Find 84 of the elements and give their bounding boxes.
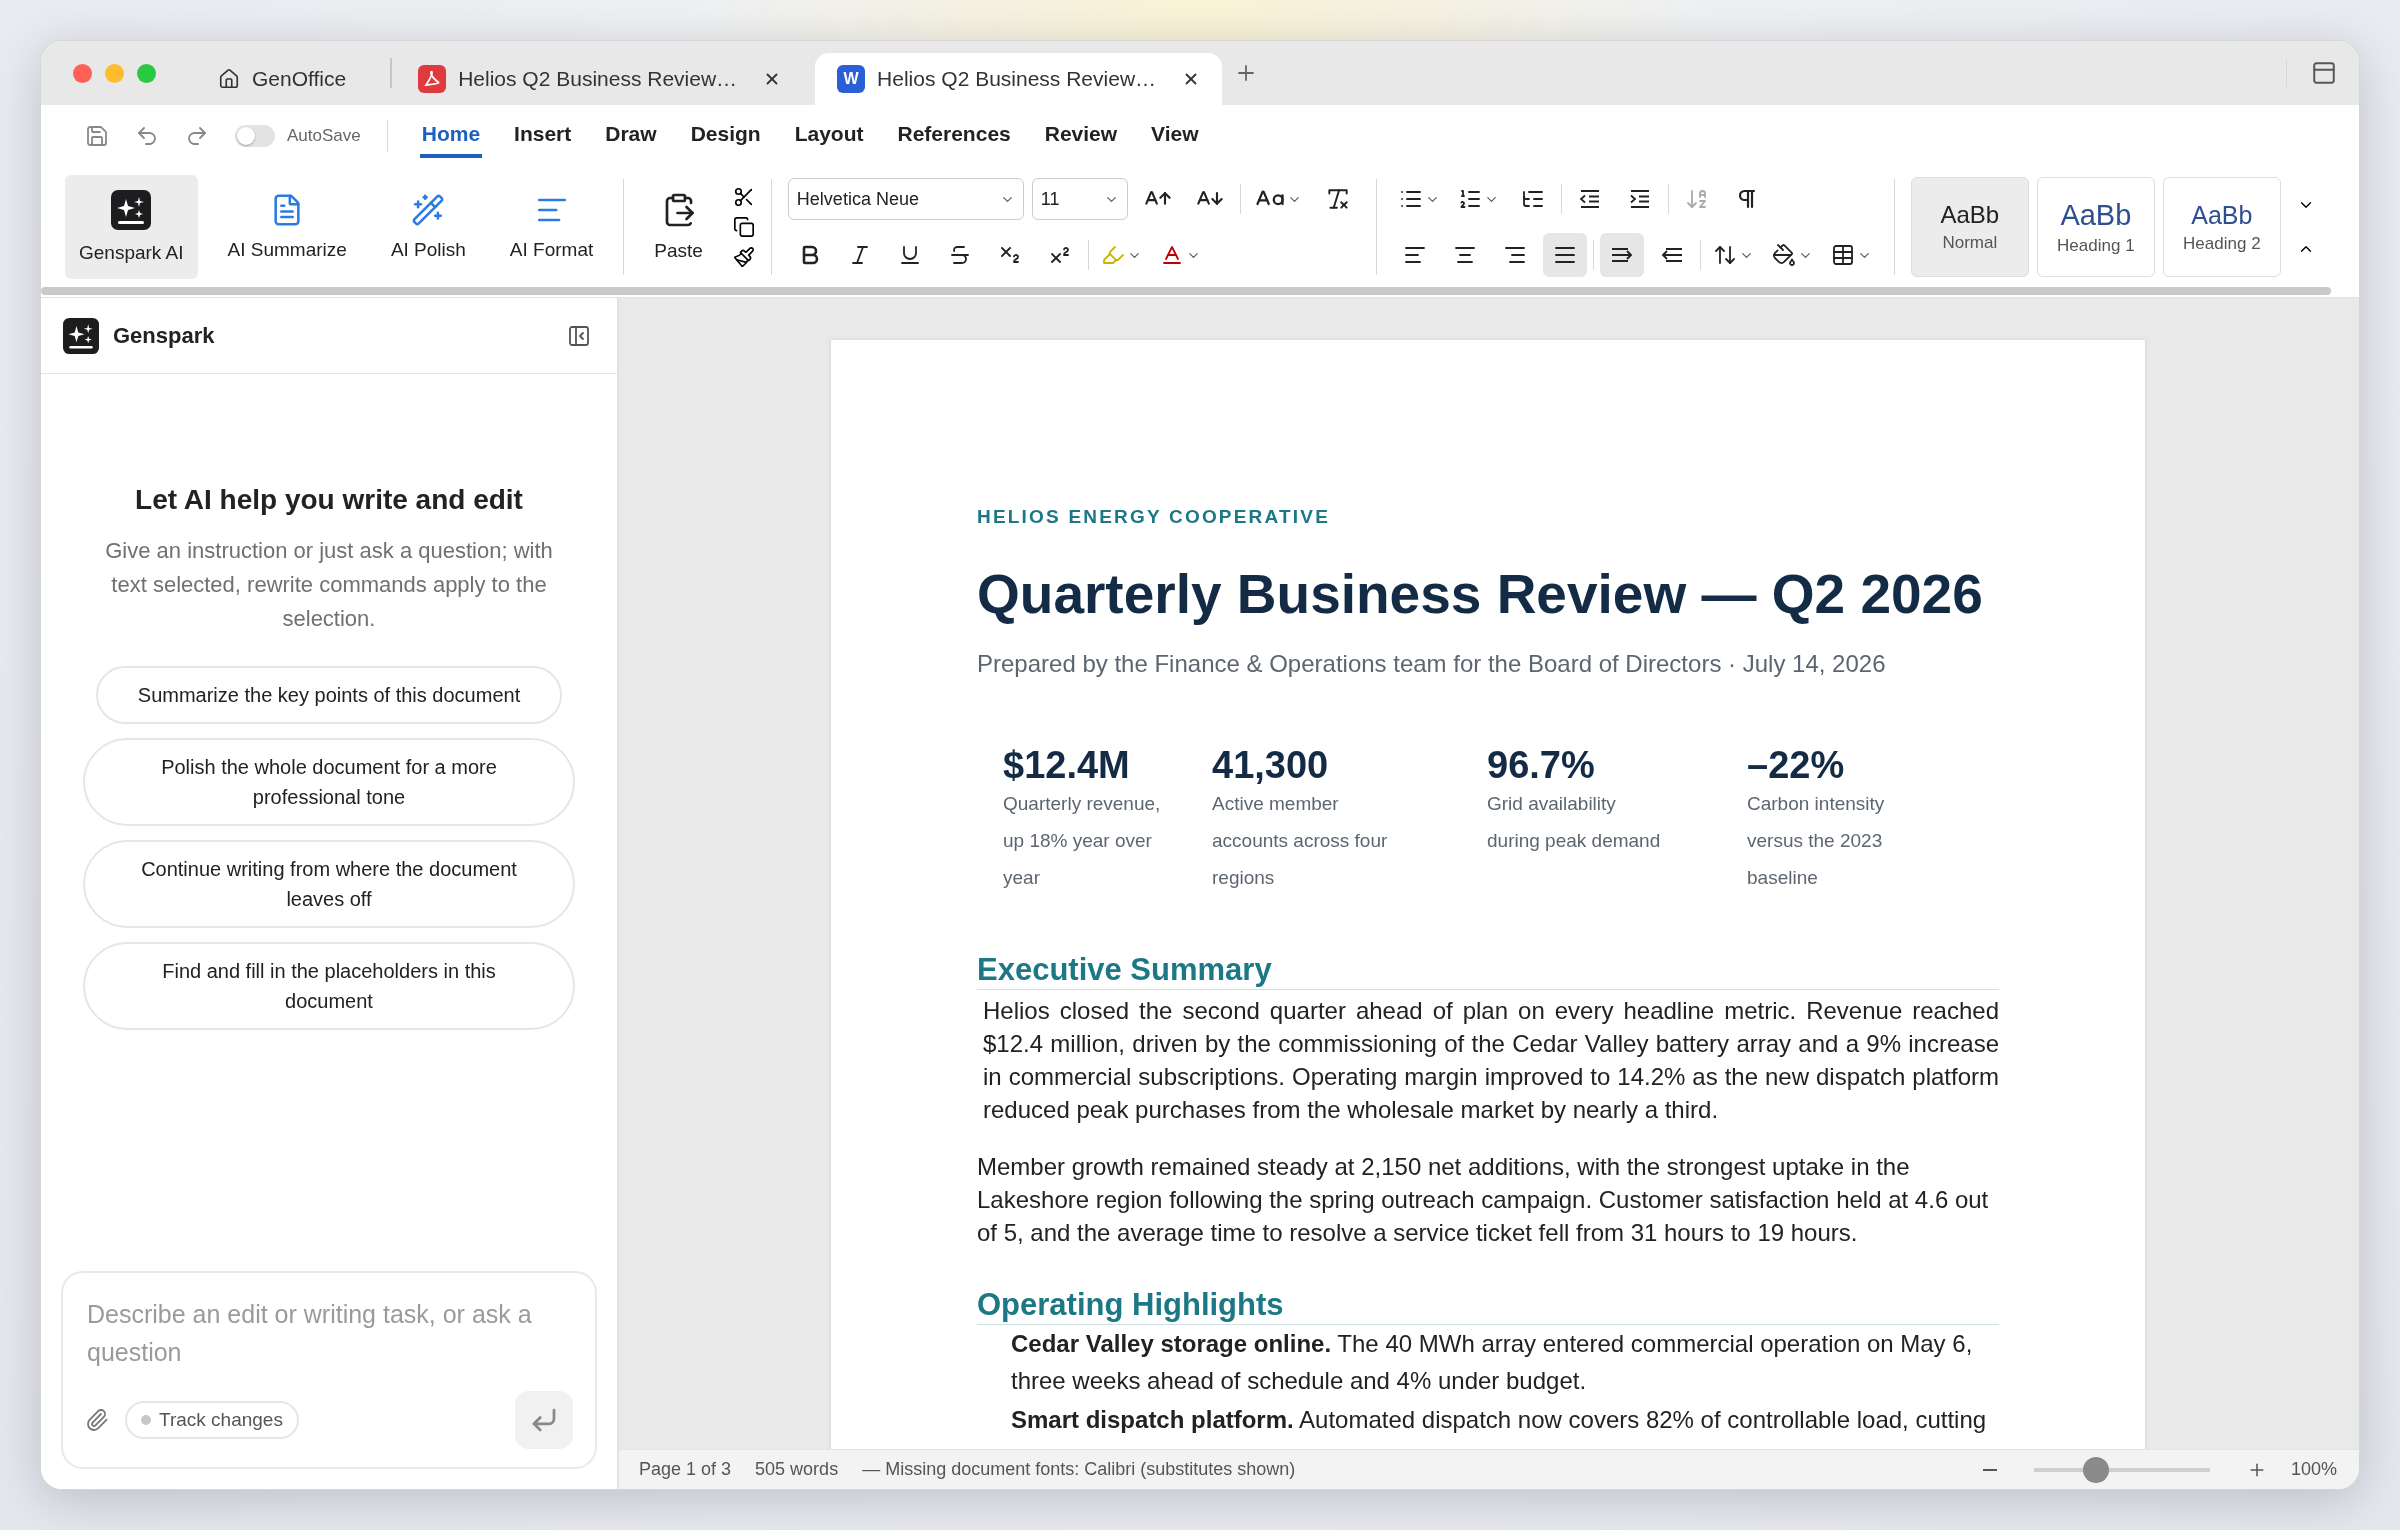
ribbon-tab[interactable]: Insert xyxy=(512,114,574,158)
panel-description: Give an instruction or just ask a question; with text selected, rewrite commands apply to the selection. xyxy=(104,537,554,633)
shading-icon xyxy=(1771,243,1796,267)
numbered-list-icon xyxy=(1457,187,1482,211)
stat-caption: Active member accounts across four regions xyxy=(1212,792,1389,890)
zoom-percent: 100% xyxy=(2290,1459,2337,1480)
alignment-button[interactable] xyxy=(1542,233,1587,277)
panel-heading: Let AI help you write and edit xyxy=(135,484,523,516)
save-icon xyxy=(85,124,109,148)
highlighter-icon xyxy=(1100,243,1125,267)
style-preset[interactable]: AaBb Heading 1 xyxy=(2036,177,2155,277)
organization-name: HELIOS ENERGY COOPERATIVE xyxy=(977,506,1332,528)
sort-icon xyxy=(1684,187,1709,211)
paragraph: Member growth remained steady at 2,150 net additions, with the strongest uptake in the Lakeshore region following the spring outreach campaign. Customer satisfaction held at 4.6 out of 5, and the average time to resolve a service ticket fell from 31 hours to 19 hours. xyxy=(977,1152,1990,1248)
suggestion-chip[interactable]: Find and fill in the placeholders in this document xyxy=(83,942,575,1030)
ai-tool-button[interactable]: Genspark AI xyxy=(65,175,198,279)
stat-caption: Quarterly revenue, up 18% year over year xyxy=(1003,792,1162,890)
browser-tab[interactable]: GenOffice xyxy=(196,53,369,105)
stat-value: –22% xyxy=(1747,744,1846,787)
suggestion-chip[interactable]: Continue writing from where the document leaves off xyxy=(83,840,575,928)
style-preset[interactable]: AaBb Normal xyxy=(1910,177,2029,277)
tab-title: Helios Q2 Business Review… xyxy=(458,67,738,91)
pdf-file-icon xyxy=(418,65,447,93)
stat-caption: Grid availability during peak demand xyxy=(1487,792,1662,853)
highlight-item: Smart dispatch platform. Automated dispatch now covers 82% of controllable load, cutting xyxy=(1010,1405,1988,1435)
stat-value: 96.7% xyxy=(1487,744,1596,787)
autosave-toggle[interactable] xyxy=(235,125,275,147)
stat-value: $12.4M xyxy=(1003,744,1131,787)
font-notice: — Missing document fonts: Calibri (substitutes shown) xyxy=(862,1459,1296,1480)
highlight-item: Cedar Valley storage online. The 40 MWh array entered commercial operation on May 6, three weeks ahead of schedule and 4% under budget. xyxy=(1010,1329,1974,1396)
line-spacing-icon xyxy=(1712,243,1737,267)
ribbon-tab[interactable]: View xyxy=(1149,114,1201,158)
collapse-panel-icon xyxy=(567,323,591,348)
send-button[interactable] xyxy=(515,1391,573,1449)
page-count: Page 1 of 3 xyxy=(639,1459,732,1480)
home-icon xyxy=(218,68,240,90)
text-direction-button[interactable] xyxy=(1599,233,1644,277)
ai-tool-button[interactable]: AI Format xyxy=(495,175,608,279)
decrease-indent-icon xyxy=(1577,187,1602,211)
style-preset[interactable]: AaBb Heading 2 xyxy=(2162,177,2281,277)
section-heading: Operating Highlights xyxy=(977,1287,1999,1325)
paste-button[interactable]: Paste xyxy=(640,175,717,279)
font-select[interactable]: Helvetica Neue xyxy=(787,178,1024,220)
prompt-field[interactable]: Describe an edit or writing task, or ask a question Track changes xyxy=(61,1271,597,1469)
ribbon-tab[interactable]: Design xyxy=(688,114,763,158)
undo-icon xyxy=(135,124,159,148)
autosave-label: AutoSave xyxy=(287,126,361,146)
ribbon-tab[interactable]: Layout xyxy=(792,114,866,158)
stat-value: 41,300 xyxy=(1212,744,1330,787)
tab-title: Helios Q2 Business Review… xyxy=(877,67,1157,91)
ribbon-tab[interactable]: Home xyxy=(419,114,483,158)
ribbon-tab[interactable]: Draw xyxy=(603,114,659,158)
browser-tab[interactable]: Helios Q2 Business Review… xyxy=(396,53,804,105)
brush-icon xyxy=(732,246,755,268)
document-title: Quarterly Business Review — Q2 2026 xyxy=(977,562,1984,626)
ribbon-tab[interactable]: References xyxy=(895,114,1013,158)
copy-icon xyxy=(732,216,755,238)
font-size-select[interactable]: 11 xyxy=(1031,178,1128,220)
redo-icon xyxy=(185,124,209,148)
paragraph: Helios closed the second quarter ahead of plan on every headline metric. Revenue reached $12.4 million, driven by the commissioning of the Cedar Valley battery array and a 9% increase in commercial subscriptions. Operating margin improved to 14.2% as the new dispatch platform reduced peak purchases from the wholesale market by nearly a third. xyxy=(982,996,1999,1125)
ribbon-tab[interactable]: Review xyxy=(1042,114,1120,158)
word-app-icon: W xyxy=(837,65,866,93)
sparkle-logo-icon xyxy=(111,190,152,230)
panel-icon xyxy=(2311,60,2337,86)
ai-tool-button[interactable]: AI Polish xyxy=(376,175,480,279)
scrollbar[interactable] xyxy=(41,287,2331,295)
ai-tool-button[interactable]: AI Summarize xyxy=(213,175,361,279)
table-grid-icon xyxy=(1830,243,1855,267)
track-changes-toggle[interactable]: Track changes xyxy=(125,1401,299,1439)
word-count: 505 words xyxy=(755,1459,839,1480)
sparkle-logo-icon xyxy=(63,317,99,354)
stat-caption: Carbon intensity versus the 2023 baseline xyxy=(1747,792,1886,890)
suggestion-chip[interactable]: Polish the whole document for a more professional tone xyxy=(83,738,575,826)
document-subtitle: Prepared by the Finance & Operations team for the Board of Directors · July 14, 2026 xyxy=(977,650,1887,678)
tab-title: GenOffice xyxy=(252,67,347,91)
magic-wand-icon xyxy=(411,193,446,227)
zoom-out-button[interactable] xyxy=(1982,1468,1997,1471)
paperclip-icon xyxy=(85,1408,109,1432)
zoom-thumb[interactable] xyxy=(2082,1456,2109,1483)
panel-title: Genspark xyxy=(113,322,215,349)
scissors-icon xyxy=(732,186,755,208)
section-heading: Executive Summary xyxy=(977,952,1999,990)
browser-tab[interactable]: W Helios Q2 Business Review… xyxy=(815,53,1223,105)
suggestion-chip[interactable]: Summarize the key points of this document xyxy=(95,666,563,724)
